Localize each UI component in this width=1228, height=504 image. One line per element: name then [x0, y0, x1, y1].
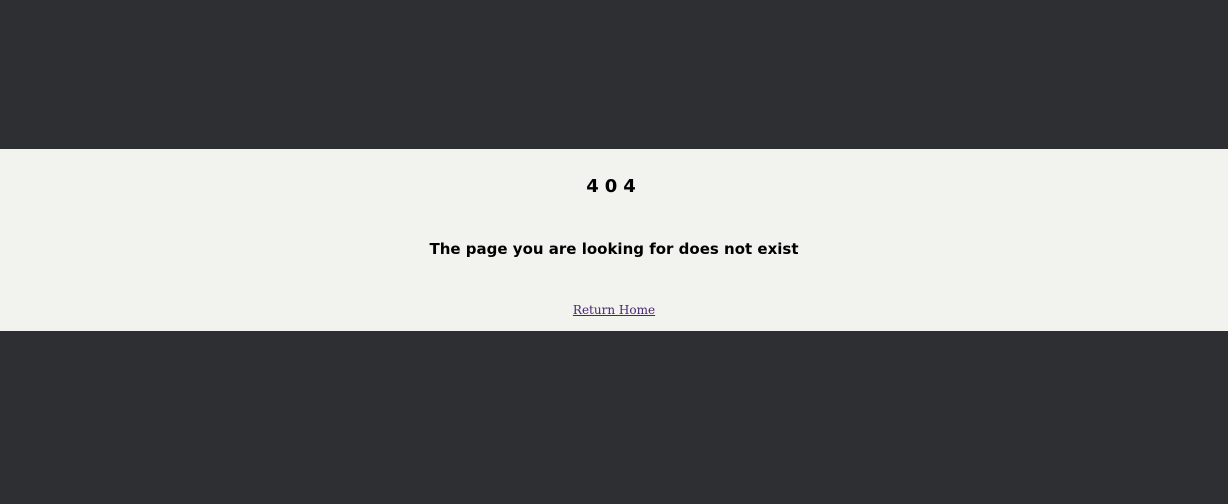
error-message: The page you are looking for does not ex…	[429, 240, 799, 258]
return-home-link[interactable]: Return Home	[573, 303, 655, 317]
error-code: 404	[586, 176, 642, 197]
return-home-container: Return Home	[0, 300, 1228, 319]
